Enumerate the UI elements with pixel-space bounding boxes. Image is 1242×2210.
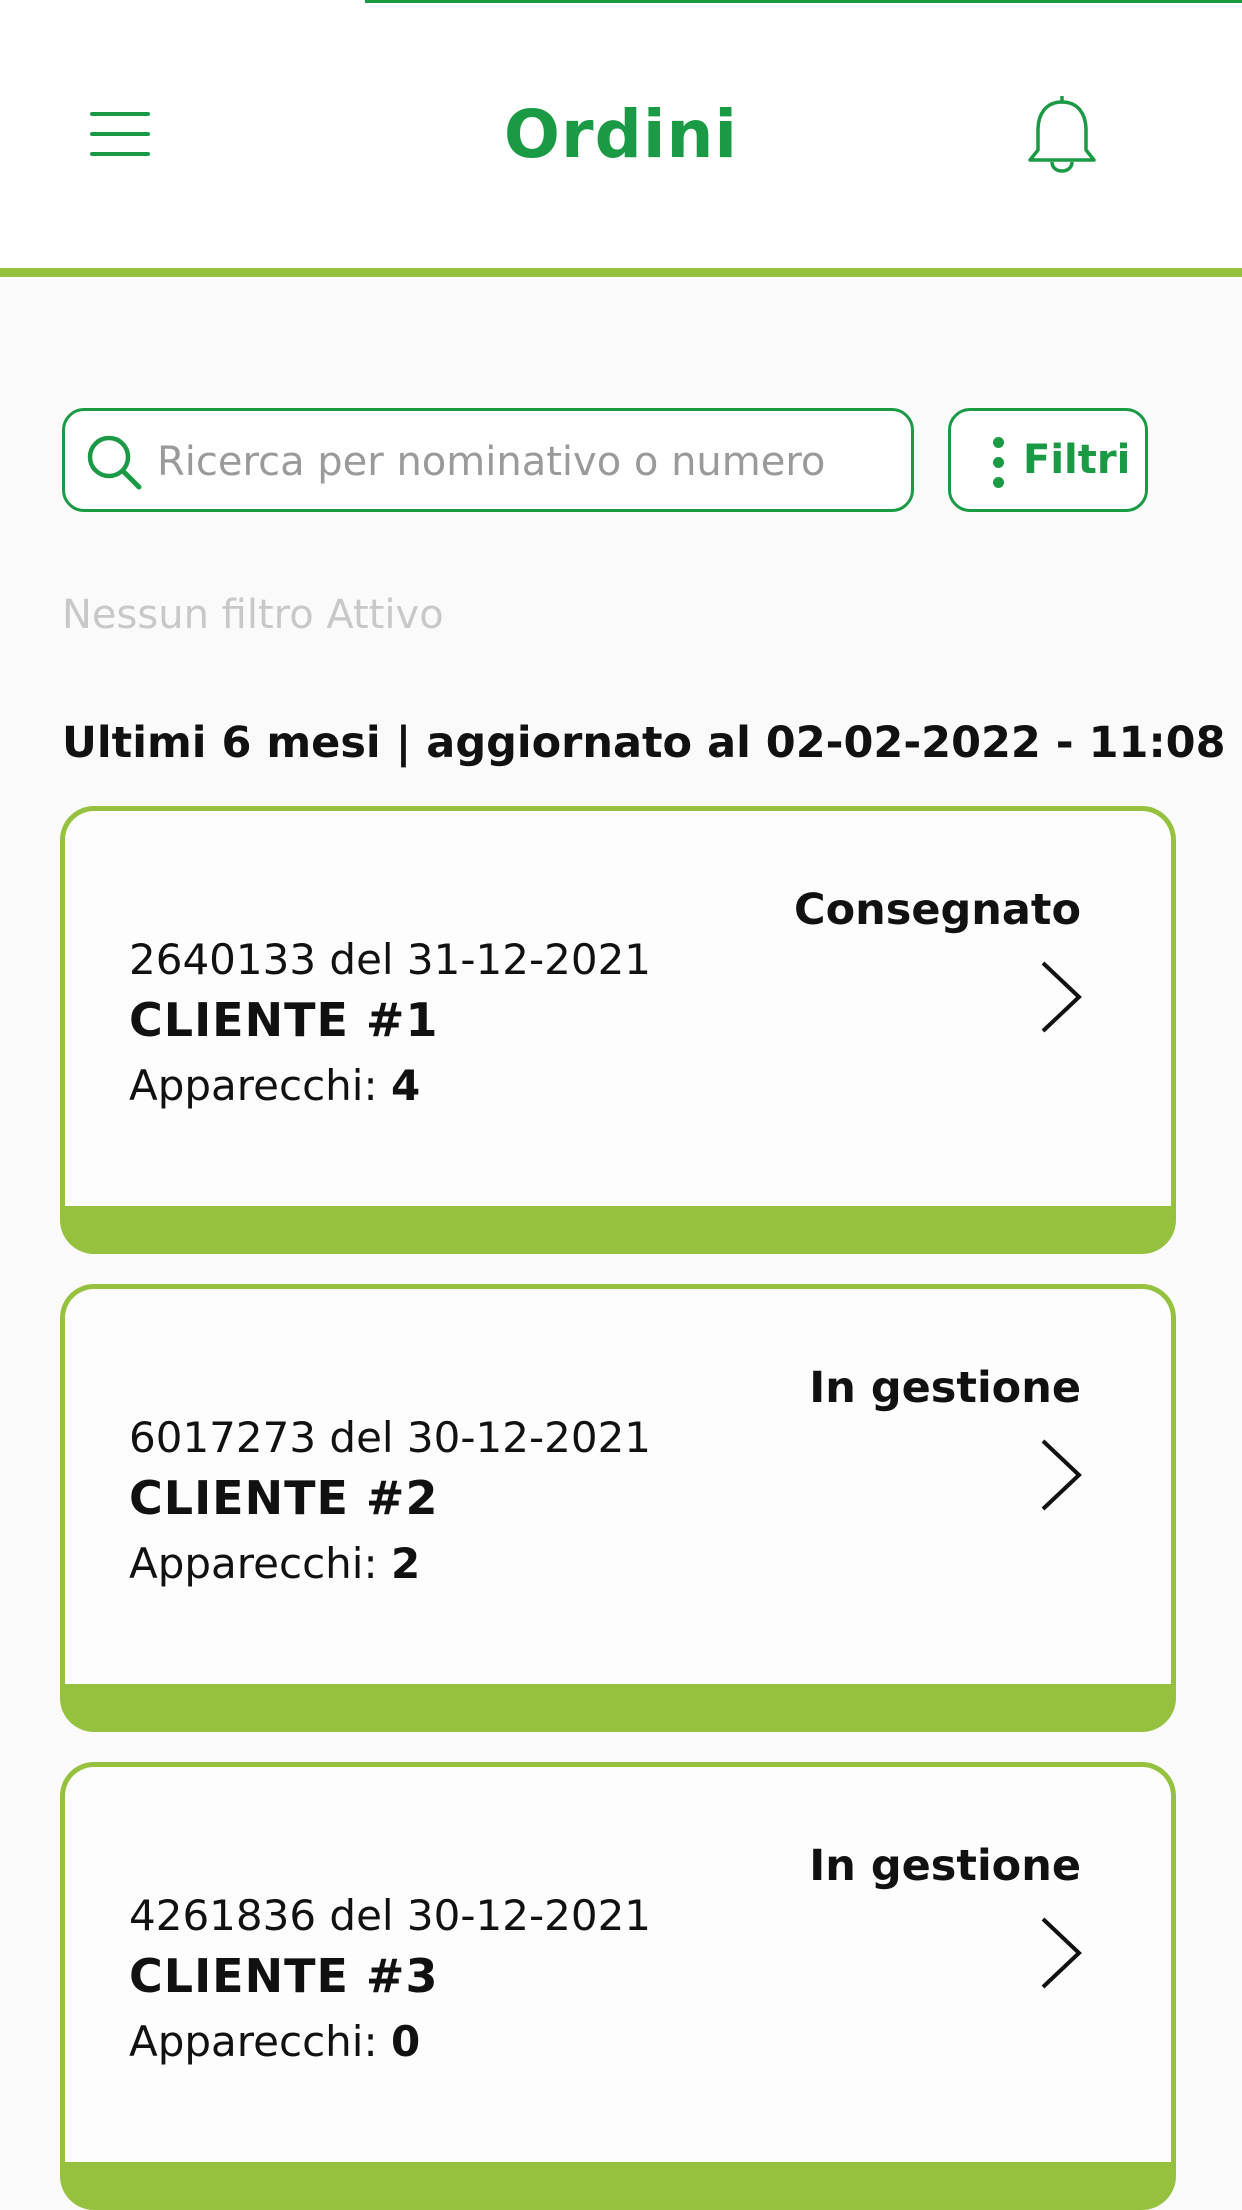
search-box[interactable]: [62, 408, 914, 512]
filter-button-label: Filtri: [1023, 437, 1131, 483]
devices-label: Apparecchi:: [129, 1061, 391, 1110]
chevron-right-icon[interactable]: [1035, 1437, 1085, 1513]
order-devices: Apparecchi: 4: [129, 1061, 420, 1110]
order-number: 2640133 del 31-12-2021: [129, 935, 652, 984]
app-header: Ordini: [0, 0, 1242, 277]
order-status: In gestione: [809, 1363, 1081, 1413]
devices-label: Apparecchi:: [129, 1539, 391, 1588]
search-icon: [87, 435, 142, 490]
order-card[interactable]: In gestione 6017273 del 30-12-2021 CLIEN…: [60, 1284, 1176, 1732]
header-divider: [0, 268, 1242, 277]
devices-count: 4: [390, 1061, 421, 1110]
filter-button[interactable]: Filtri: [948, 408, 1148, 512]
chevron-right-icon[interactable]: [1035, 1915, 1085, 1991]
order-card[interactable]: In gestione 4261836 del 30-12-2021 CLIEN…: [60, 1762, 1176, 2210]
devices-count: 0: [390, 2017, 421, 2066]
order-client: CLIENTE #3: [129, 1949, 439, 2003]
chevron-right-icon[interactable]: [1035, 959, 1085, 1035]
progress-line: [365, 0, 1242, 3]
search-input[interactable]: [155, 429, 889, 495]
kebab-icon: [991, 437, 1005, 489]
order-client: CLIENTE #2: [129, 1471, 439, 1525]
devices-count: 2: [390, 1539, 421, 1588]
order-status: In gestione: [809, 1841, 1081, 1891]
order-devices: Apparecchi: 2: [129, 1539, 420, 1588]
order-client: CLIENTE #1: [129, 993, 439, 1047]
bell-icon[interactable]: [1024, 96, 1100, 180]
order-status: Consegnato: [794, 885, 1081, 935]
order-devices: Apparecchi: 0: [129, 2017, 420, 2066]
devices-label: Apparecchi:: [129, 2017, 391, 2066]
order-number: 6017273 del 30-12-2021: [129, 1413, 652, 1462]
last-updated-text: Ultimi 6 mesi | aggiornato al 02-02-2022…: [62, 718, 1226, 768]
active-filters-text: Nessun filtro Attivo: [62, 592, 444, 638]
order-card[interactable]: Consegnato 2640133 del 31-12-2021 CLIENT…: [60, 806, 1176, 1254]
order-number: 4261836 del 30-12-2021: [129, 1891, 652, 1940]
